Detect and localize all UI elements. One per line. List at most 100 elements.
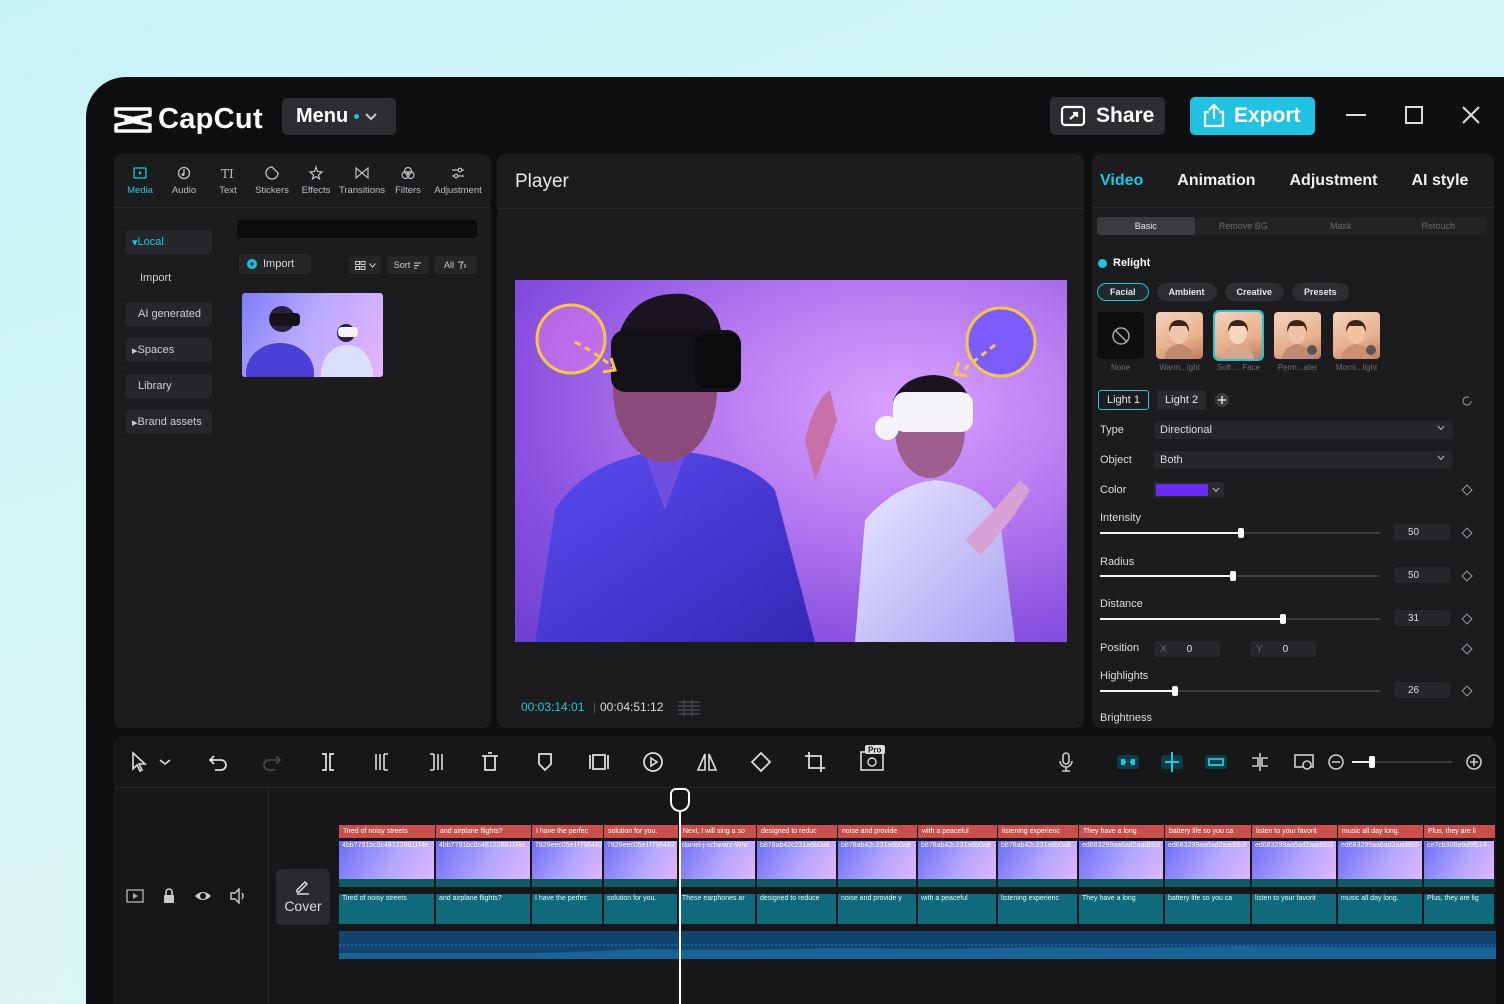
object-select[interactable]: Both: [1154, 451, 1453, 469]
view-mode-button[interactable]: [349, 256, 381, 274]
media-thumbnail[interactable]: [242, 293, 383, 377]
select-cursor-icon[interactable]: [128, 750, 152, 774]
distance-slider[interactable]: [1100, 614, 1380, 624]
undo-icon[interactable]: [206, 750, 230, 774]
pill-facial[interactable]: Facial: [1097, 283, 1149, 301]
visibility-eye-icon[interactable]: [194, 888, 212, 904]
audio-clip[interactable]: music all day long.: [1338, 894, 1424, 924]
caption-clip[interactable]: noise and provide: [838, 825, 918, 838]
playhead[interactable]: [679, 788, 681, 1004]
split-icon[interactable]: [316, 750, 340, 774]
caption-clip[interactable]: music all day long.: [1338, 825, 1424, 838]
subtab-basic[interactable]: Basic: [1097, 217, 1195, 235]
tab-light-2[interactable]: Light 2: [1157, 390, 1207, 410]
audio-clip[interactable]: and airplane flights?: [436, 894, 532, 924]
tool-effects[interactable]: Effects: [294, 154, 338, 207]
split-right-icon[interactable]: [424, 750, 448, 774]
freeze-icon[interactable]: [587, 750, 611, 774]
preset-soft-face[interactable]: Soft ... Face: [1213, 310, 1264, 372]
sidebar-item-brand-assets[interactable]: ▸ Brand assets: [126, 410, 212, 434]
video-clip[interactable]: b878ab42c231a6b0a8: [757, 841, 838, 887]
preset-warm-light[interactable]: Warm...ight: [1156, 312, 1203, 372]
sidebar-item-library[interactable]: Library: [126, 374, 212, 398]
keyframe-icon[interactable]: [1461, 685, 1473, 697]
caption-clip[interactable]: with a peaceful: [918, 825, 998, 838]
keyframe-icon[interactable]: [1461, 484, 1473, 496]
slider-handle[interactable]: [1369, 756, 1375, 768]
reset-icon[interactable]: [1461, 395, 1473, 407]
tab-light-1[interactable]: Light 1: [1098, 390, 1150, 410]
video-clip[interactable]: 7829eec05e1f796482: [604, 841, 679, 887]
video-clip[interactable]: ed683299aa6ad2aad8b3: [1165, 841, 1252, 887]
tab-animation[interactable]: Animation: [1177, 172, 1255, 190]
audio-clip[interactable]: with a peaceful: [918, 894, 998, 924]
pro-feature-icon[interactable]: Pro: [857, 744, 887, 774]
lock-icon[interactable]: [161, 888, 177, 904]
mirror-icon[interactable]: [695, 750, 719, 774]
video-clip[interactable]: ce7cb308a9d9f514: [1424, 841, 1496, 887]
color-picker[interactable]: [1154, 482, 1224, 498]
type-select[interactable]: Directional: [1154, 421, 1453, 439]
tool-audio[interactable]: Audio: [162, 154, 206, 207]
share-button[interactable]: Share: [1050, 97, 1165, 135]
microphone-icon[interactable]: [1054, 750, 1078, 774]
keyframe-icon[interactable]: [1461, 527, 1473, 539]
subtab-remove-bg[interactable]: Remove BG: [1195, 217, 1293, 235]
maximize-icon[interactable]: [1402, 103, 1426, 127]
keyframe-icon[interactable]: [1461, 643, 1473, 655]
position-y-input[interactable]: Y 0: [1250, 641, 1316, 657]
zoom-in-icon[interactable]: [1462, 750, 1486, 774]
keyframe-icon[interactable]: [1461, 613, 1473, 625]
audio-clip[interactable]: I have the perfec: [532, 894, 604, 924]
audio-clip[interactable]: battery life so you ca: [1165, 894, 1252, 924]
caption-clip[interactable]: designed to reduc: [757, 825, 838, 838]
video-clip[interactable]: b878ab42c231a6b0a8: [838, 841, 918, 887]
preview-axis-icon[interactable]: [1248, 750, 1272, 774]
delete-icon[interactable]: [478, 750, 502, 774]
intensity-slider[interactable]: [1100, 528, 1380, 538]
caption-clip[interactable]: listen to your favorit: [1252, 825, 1338, 838]
tool-transitions[interactable]: Transitions: [338, 154, 386, 207]
caption-clip[interactable]: I have the perfec: [532, 825, 604, 838]
video-clip[interactable]: ed683299aa6ad2aad8b3: [1252, 841, 1338, 887]
tab-video[interactable]: Video: [1100, 172, 1143, 190]
caption-clip[interactable]: Plus, they are li: [1424, 825, 1496, 838]
filter-button[interactable]: All: [434, 256, 477, 274]
video-clip[interactable]: 4bb7791bc0c481228811f4e: [339, 841, 436, 887]
media-search-input[interactable]: [237, 220, 477, 238]
tool-media[interactable]: Media: [118, 154, 162, 207]
cover-button[interactable]: Cover: [276, 869, 330, 925]
slider-handle[interactable]: [1238, 528, 1244, 538]
audio-clip[interactable]: These earphones ar: [679, 894, 757, 924]
sidebar-item-ai-generated[interactable]: AI generated: [126, 302, 212, 326]
menu-button[interactable]: Menu: [282, 98, 396, 135]
close-icon[interactable]: [1459, 103, 1483, 127]
volume-icon[interactable]: [229, 888, 247, 904]
video-clip[interactable]: 7829eec05e1f796482: [532, 841, 604, 887]
redo-icon[interactable]: [260, 750, 284, 774]
crop-icon[interactable]: [803, 750, 827, 774]
import-button[interactable]: + Import: [239, 254, 311, 274]
audio-clip[interactable]: listening experienc: [998, 894, 1079, 924]
playhead-handle[interactable]: [670, 788, 690, 812]
add-light-icon[interactable]: [1214, 392, 1230, 408]
sidebar-item-import[interactable]: Import: [126, 266, 212, 290]
tool-adjustment[interactable]: Adjustment: [430, 154, 486, 207]
audio-clip[interactable]: solution for you.: [604, 894, 679, 924]
video-preview[interactable]: [515, 280, 1067, 642]
pill-presets[interactable]: Presets: [1292, 283, 1349, 301]
audio-clip[interactable]: Plus, they are lig: [1424, 894, 1496, 924]
audio-clip[interactable]: Tired of noisy streets: [339, 894, 436, 924]
tab-adjustment[interactable]: Adjustment: [1290, 172, 1378, 190]
tool-stickers[interactable]: Stickers: [250, 154, 294, 207]
tool-filters[interactable]: Filters: [386, 154, 430, 207]
keyframe-icon[interactable]: [1461, 570, 1473, 582]
video-clip[interactable]: daniel-j-schwarz-Wnr: [679, 841, 757, 887]
pill-creative[interactable]: Creative: [1224, 283, 1285, 301]
auto-snap-icon[interactable]: [1160, 750, 1184, 774]
caption-clip[interactable]: They have a long: [1079, 825, 1165, 838]
video-clip[interactable]: 4bb7791bc0c481228811f4e: [436, 841, 532, 887]
video-track-icon[interactable]: [126, 888, 144, 904]
highlights-input[interactable]: 26: [1394, 682, 1450, 698]
zoom-slider[interactable]: [1352, 756, 1452, 768]
